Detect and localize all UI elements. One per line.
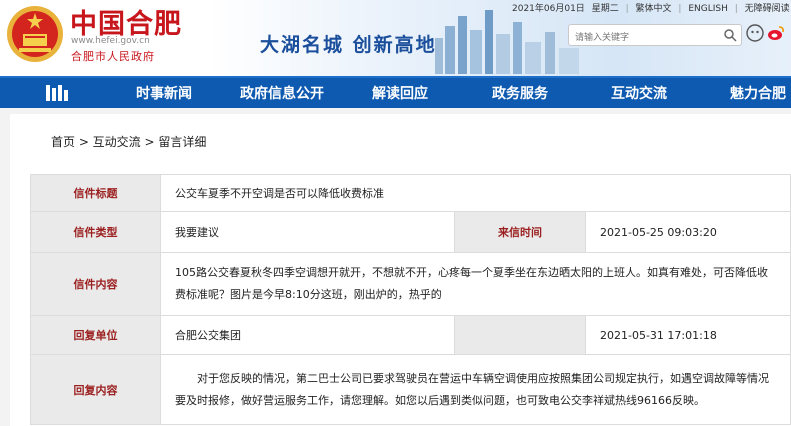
breadcrumb[interactable]: 首页 > 互动交流 > 留言详细: [51, 133, 206, 150]
search-icon[interactable]: [723, 28, 737, 42]
time-value: 2021-05-25 09:03:20: [585, 211, 791, 253]
nav-item-gov-info[interactable]: 政府信息公开: [240, 83, 324, 103]
site-header: 中国合肥 www.hefei.gov.cn 合肥市人民政府 大湖名城 创新高地 …: [0, 0, 791, 76]
content-panel: 首页 > 互动交流 > 留言详细 信件标题 公交车夏季不开空调是否可以降低收费标…: [10, 114, 791, 426]
content-label: 信件内容: [30, 252, 161, 316]
nav-item-gov-services[interactable]: 政务服务: [492, 83, 548, 103]
reply-time-label: [454, 315, 586, 355]
search-box: [568, 24, 742, 47]
nav-item-interaction[interactable]: 互动交流: [611, 83, 667, 103]
nav-item-charm-hefei[interactable]: 魅力合肥: [730, 83, 786, 103]
weibo-icon[interactable]: [767, 24, 785, 42]
national-emblem-icon: [7, 6, 63, 62]
content-value: 105路公交春夏秋冬四季空调想开就开，不想就不开，心疼每一个夏季坐在东边晒太阳的…: [160, 252, 791, 316]
letter-detail-table: 信件标题 公交车夏季不开空调是否可以降低收费标准 信件类型 我要建议 来信时间 …: [30, 174, 791, 425]
reply-label: 回复内容: [30, 354, 161, 425]
traditional-chinese-link[interactable]: 繁体中文: [636, 4, 672, 14]
wechat-icon[interactable]: [746, 24, 764, 42]
header-slogan: 大湖名城 创新高地: [260, 34, 437, 56]
type-value: 我要建议: [160, 211, 455, 253]
site-logo-subtitle: 合肥市人民政府: [71, 50, 155, 63]
site-url: www.hefei.gov.cn: [71, 36, 150, 46]
accessibility-link[interactable]: 无障碍阅读: [745, 4, 790, 14]
title-label: 信件标题: [30, 174, 161, 212]
title-value: 公交车夏季不开空调是否可以降低收费标准: [160, 174, 791, 212]
english-link[interactable]: ENGLISH: [688, 4, 728, 14]
current-date: 2021年06月01日: [512, 4, 585, 14]
unit-label: 回复单位: [30, 315, 161, 355]
nav-item-news[interactable]: 时事新闻: [136, 83, 192, 103]
home-icon[interactable]: [44, 83, 70, 103]
nav-item-interpretation[interactable]: 解读回应: [372, 83, 428, 103]
current-weekday: 星期二: [591, 4, 619, 14]
reply-value: 对于您反映的情况，第二巴士公司已要求驾驶员在营运中车辆空调使用应按照集团公司规定…: [160, 354, 791, 425]
main-navigation: 时事新闻 政府信息公开 解读回应 政务服务 互动交流 魅力合肥: [0, 76, 791, 108]
time-label: 来信时间: [454, 211, 586, 253]
type-label: 信件类型: [30, 211, 161, 253]
reply-time-value: 2021-05-31 17:01:18: [585, 315, 791, 355]
unit-value: 合肥公交集团: [160, 315, 455, 355]
search-input[interactable]: [569, 29, 715, 47]
top-info-bar: 2021年06月01日 星期二 | 繁体中文 | ENGLISH | 无障碍阅读: [512, 4, 790, 14]
